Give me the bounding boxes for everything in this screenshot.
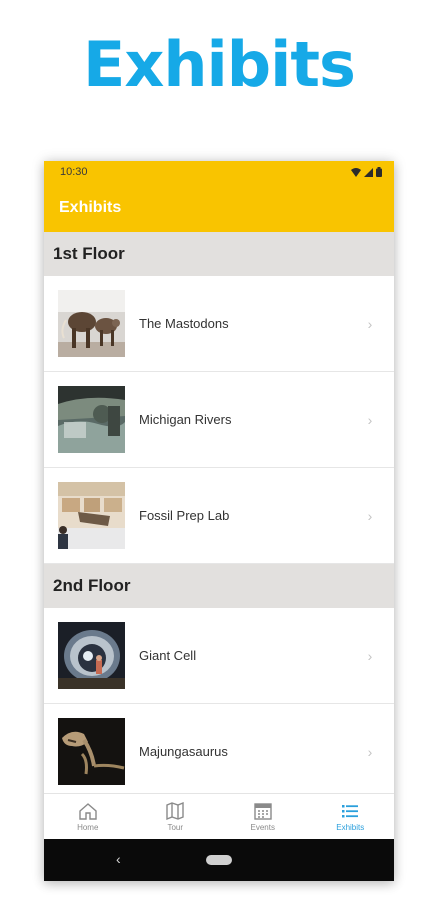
- phone-screen: 10:30 Exhibits 1st Floor The Mastodons ›…: [44, 161, 394, 881]
- nav-exhibits-label: Exhibits: [336, 822, 365, 832]
- nav-tour[interactable]: Tour: [132, 794, 220, 839]
- dinosaur-skeleton-photo: [58, 718, 125, 785]
- mastodon-skeleton-photo: [58, 290, 125, 357]
- list-item-fossil-prep-lab[interactable]: Fossil Prep Lab ›: [44, 468, 394, 564]
- bottom-navigation: Home Tour Events Exhibits: [44, 793, 394, 839]
- back-icon[interactable]: ‹: [116, 851, 121, 867]
- home-icon: [79, 802, 97, 820]
- home-pill-icon[interactable]: [206, 855, 232, 865]
- list-item-giant-cell[interactable]: Giant Cell ›: [44, 608, 394, 704]
- app-bar: Exhibits: [44, 183, 394, 232]
- chevron-right-icon: ›: [367, 411, 373, 428]
- chevron-right-icon: ›: [367, 743, 373, 760]
- list-item-label: Majungasaurus: [139, 744, 228, 759]
- nav-events-label: Events: [250, 822, 275, 832]
- chevron-right-icon: ›: [367, 507, 373, 524]
- river-diorama-photo: [58, 386, 125, 453]
- system-navigation-bar: ‹: [44, 839, 394, 881]
- calendar-icon: [254, 802, 272, 820]
- exhibit-list[interactable]: 1st Floor The Mastodons › Michigan River…: [44, 232, 394, 793]
- chevron-right-icon: ›: [367, 315, 373, 332]
- list-icon: [342, 804, 359, 817]
- list-item-label: The Mastodons: [139, 316, 229, 331]
- fossil-lab-photo: [58, 482, 125, 549]
- wifi-icon: [351, 167, 361, 177]
- status-bar: 10:30: [44, 161, 394, 183]
- list-item-the-mastodons[interactable]: The Mastodons ›: [44, 276, 394, 372]
- nav-home-label: Home: [77, 822, 99, 832]
- list-item-label: Michigan Rivers: [139, 412, 232, 427]
- map-icon: [166, 801, 184, 820]
- list-item-label: Giant Cell: [139, 648, 197, 663]
- list-item-label: Fossil Prep Lab: [139, 508, 230, 523]
- nav-tour-label: Tour: [167, 822, 184, 832]
- battery-icon: [376, 167, 382, 177]
- list-item-michigan-rivers[interactable]: Michigan Rivers ›: [44, 372, 394, 468]
- promo-title: Exhibits: [83, 28, 356, 101]
- list-item-majungasaurus[interactable]: Majungasaurus ›: [44, 704, 394, 793]
- section-header-2nd-floor: 2nd Floor: [44, 564, 394, 608]
- section-header-1st-floor: 1st Floor: [44, 232, 394, 276]
- chevron-right-icon: ›: [367, 647, 373, 664]
- status-time: 10:30: [60, 166, 88, 178]
- status-icons: [351, 167, 382, 177]
- nav-events[interactable]: Events: [219, 794, 307, 839]
- nav-home[interactable]: Home: [44, 794, 132, 839]
- app-bar-title: Exhibits: [59, 198, 122, 216]
- nav-exhibits[interactable]: Exhibits: [307, 794, 395, 839]
- giant-cell-photo: [58, 622, 125, 689]
- cell-signal-icon: [364, 167, 373, 177]
